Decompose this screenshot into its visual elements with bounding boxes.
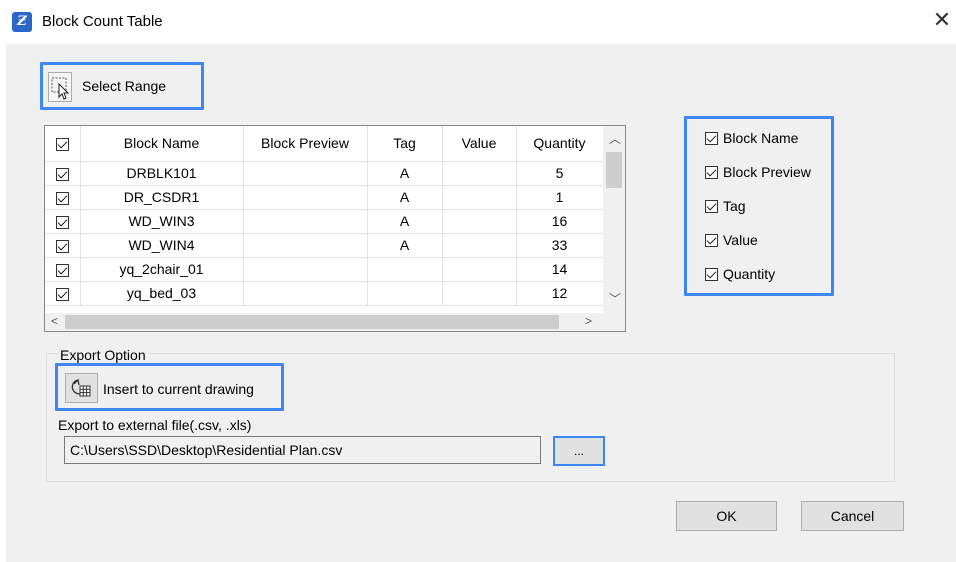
cell-value (442, 233, 517, 258)
row-checkbox-cell[interactable] (45, 209, 81, 234)
column-header-value[interactable]: Value (442, 126, 517, 162)
horizontal-scroll-thumb[interactable] (65, 315, 559, 329)
option-checkbox[interactable] (705, 165, 718, 179)
cell-block-preview (243, 257, 368, 282)
scroll-left-arrow-icon[interactable]: < (51, 314, 58, 328)
column-header-tag[interactable]: Tag (367, 126, 443, 162)
cell-value (442, 209, 517, 234)
column-header-block-preview[interactable]: Block Preview (243, 126, 368, 162)
table-row[interactable]: yq_bed_03 12 (45, 281, 604, 306)
cell-value (442, 281, 517, 306)
option-block-name[interactable]: Block Name (705, 130, 798, 146)
cell-block-name: WD_WIN3 (80, 209, 244, 234)
row-checkbox[interactable] (55, 287, 69, 301)
cell-block-name: yq_2chair_01 (80, 257, 244, 282)
option-checkbox[interactable] (705, 267, 718, 281)
row-checkbox-cell[interactable] (45, 257, 81, 282)
select-range-label[interactable]: Select Range (82, 78, 166, 94)
cell-block-name: DR_CSDR1 (80, 185, 244, 210)
option-quantity[interactable]: Quantity (705, 266, 775, 282)
cell-block-preview (243, 161, 368, 186)
row-checkbox-cell[interactable] (45, 161, 81, 186)
scroll-up-arrow-icon[interactable]: ︿ (609, 130, 621, 147)
cell-tag: A (367, 161, 443, 186)
scroll-down-arrow-icon[interactable]: ﹀ (609, 290, 621, 307)
column-header-quantity[interactable]: Quantity (516, 126, 604, 162)
option-label: Tag (723, 198, 746, 214)
scroll-right-arrow-icon[interactable]: > (585, 314, 592, 328)
select-all-checkbox[interactable] (55, 138, 69, 152)
cell-block-preview (243, 281, 368, 306)
table-row[interactable]: yq_2chair_01 14 (45, 257, 604, 282)
option-tag[interactable]: Tag (705, 198, 746, 214)
table-row[interactable]: WD_WIN4 A 33 (45, 233, 604, 258)
cell-value (442, 185, 517, 210)
table-row[interactable]: DRBLK101 A 5 (45, 161, 604, 186)
column-header-block-name[interactable]: Block Name (80, 126, 244, 162)
table-row[interactable]: DR_CSDR1 A 1 (45, 185, 604, 210)
browse-button[interactable]: ... (553, 436, 605, 466)
option-value[interactable]: Value (705, 232, 758, 248)
cell-tag (367, 281, 443, 306)
cell-block-name: DRBLK101 (80, 161, 244, 186)
row-checkbox[interactable] (55, 167, 69, 181)
close-button[interactable]: ✕ (930, 8, 954, 34)
cell-value (442, 257, 517, 282)
block-grid: Block Name Block Preview Tag Value Quant… (45, 126, 604, 306)
insert-to-drawing-button[interactable] (65, 373, 98, 403)
export-option-label: Export Option (58, 347, 148, 363)
horizontal-scrollbar[interactable]: < > (45, 313, 625, 331)
ok-button[interactable]: OK (676, 501, 777, 531)
cell-tag: A (367, 233, 443, 258)
row-checkbox-cell[interactable] (45, 281, 81, 306)
cell-block-preview (243, 185, 368, 210)
option-checkbox[interactable] (705, 199, 718, 213)
option-label: Quantity (723, 266, 776, 282)
option-label: Block Name (723, 130, 799, 146)
export-external-label: Export to external file(.csv, .xls) (58, 417, 252, 433)
table-header-row: Block Name Block Preview Tag Value Quant… (45, 126, 604, 162)
row-checkbox[interactable] (55, 263, 69, 277)
cell-value (442, 161, 517, 186)
table-row[interactable]: WD_WIN3 A 16 (45, 209, 604, 234)
row-checkbox-cell[interactable] (45, 185, 81, 210)
vertical-scrollbar[interactable]: ︿ ﹀ (603, 126, 625, 313)
cell-tag: A (367, 209, 443, 234)
cancel-button[interactable]: Cancel (801, 501, 904, 531)
row-checkbox[interactable] (55, 191, 69, 205)
insert-to-drawing-label[interactable]: Insert to current drawing (103, 381, 254, 397)
option-label: Block Preview (723, 164, 811, 180)
header-select-all[interactable] (45, 126, 81, 162)
cell-block-name: WD_WIN4 (80, 233, 244, 258)
option-checkbox[interactable] (705, 131, 718, 145)
cell-quantity: 5 (516, 161, 604, 186)
cell-block-preview (243, 233, 368, 258)
cell-tag (367, 257, 443, 282)
vertical-scroll-thumb[interactable] (606, 152, 622, 188)
cell-quantity: 14 (516, 257, 604, 282)
block-table: Block Name Block Preview Tag Value Quant… (44, 125, 626, 332)
select-range-icon (51, 77, 70, 100)
select-range-button[interactable] (48, 72, 72, 102)
insert-table-icon (71, 378, 90, 397)
row-checkbox-cell[interactable] (45, 233, 81, 258)
row-checkbox[interactable] (55, 215, 69, 229)
option-checkbox[interactable] (705, 233, 718, 247)
row-checkbox[interactable] (55, 239, 69, 253)
title-bar: Ƶ Block Count Table ✕ (0, 0, 956, 44)
window-title: Block Count Table (42, 13, 163, 30)
cell-quantity: 1 (516, 185, 604, 210)
cell-quantity: 16 (516, 209, 604, 234)
app-icon: Ƶ (12, 12, 32, 32)
cell-quantity: 33 (516, 233, 604, 258)
option-label: Value (723, 232, 758, 248)
export-path-field[interactable]: C:\Users\SSD\Desktop\Residential Plan.cs… (64, 436, 541, 464)
cell-quantity: 12 (516, 281, 604, 306)
cell-block-name: yq_bed_03 (80, 281, 244, 306)
option-block-preview[interactable]: Block Preview (705, 164, 811, 180)
cell-block-preview (243, 209, 368, 234)
cell-tag: A (367, 185, 443, 210)
